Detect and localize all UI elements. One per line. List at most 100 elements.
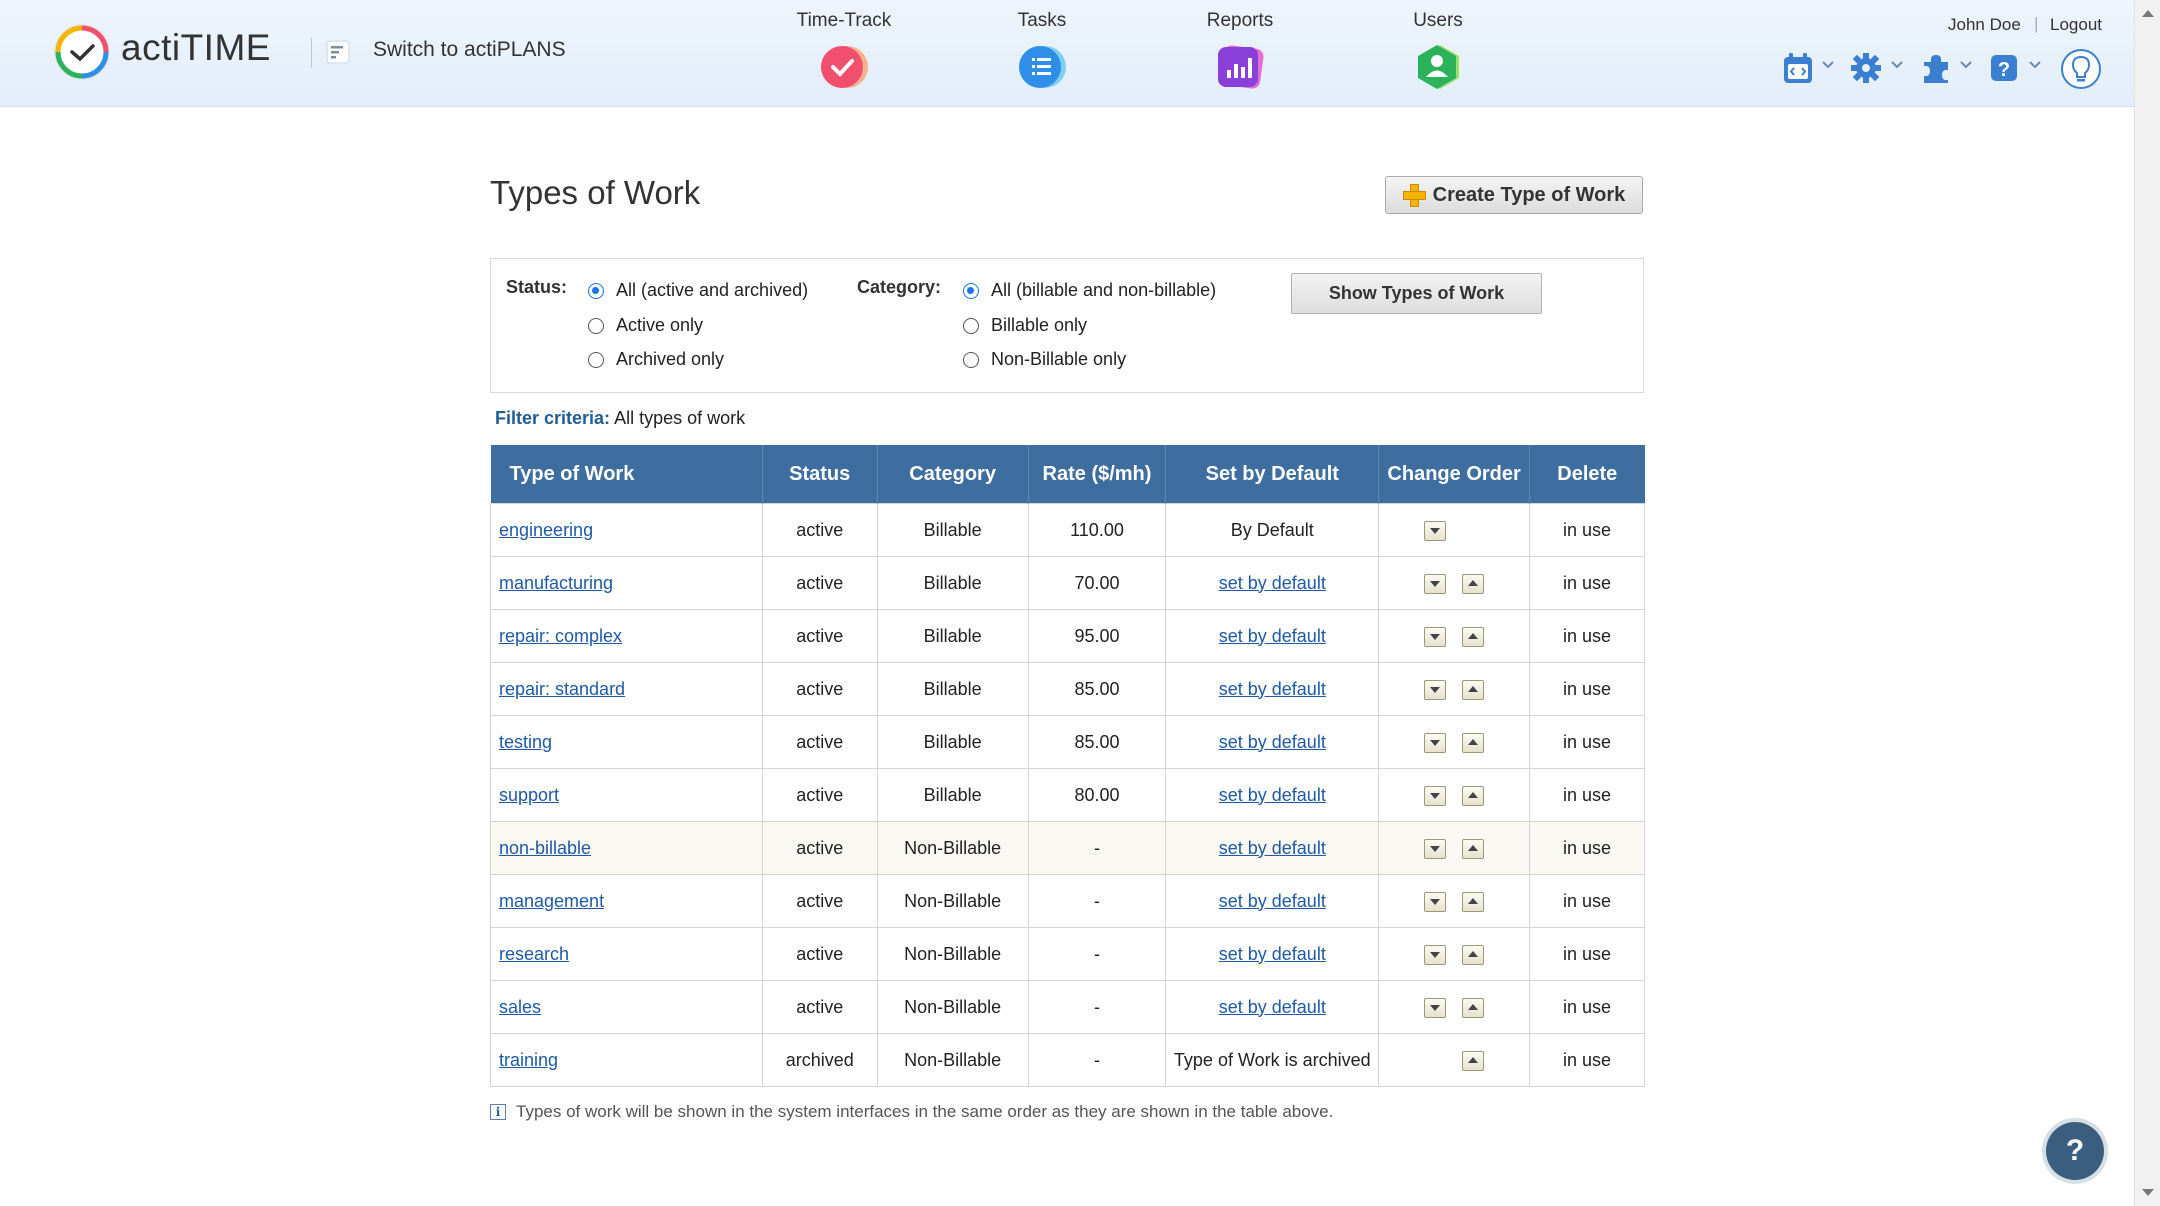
type-of-work-link[interactable]: sales <box>499 997 541 1017</box>
type-of-work-link[interactable]: training <box>499 1050 558 1070</box>
category-option-all-label: All (billable and non-billable) <box>991 280 1217 300</box>
move-up-icon[interactable] <box>1462 732 1485 753</box>
move-up-icon[interactable] <box>1462 679 1485 700</box>
set-by-default-cell: set by default <box>1165 874 1380 928</box>
logout-link[interactable]: Logout <box>2050 15 2102 35</box>
rate-cell: - <box>1027 874 1167 928</box>
radio-icon[interactable] <box>963 317 979 334</box>
status-option-archived[interactable]: Archived only <box>588 349 724 370</box>
scroll-down-icon[interactable] <box>2142 1189 2154 1196</box>
create-type-of-work-button[interactable]: Create Type of Work <box>1385 176 1643 214</box>
radio-icon[interactable] <box>963 351 979 368</box>
set-by-default-link[interactable]: set by default <box>1219 944 1326 964</box>
column-header-set-by-default: Set by Default <box>1165 445 1380 504</box>
move-down-icon[interactable] <box>1424 838 1447 859</box>
type-of-work-link[interactable]: manufacturing <box>499 573 613 593</box>
move-up-icon[interactable] <box>1462 997 1485 1018</box>
radio-selected-icon[interactable] <box>588 282 604 299</box>
move-down-icon[interactable] <box>1424 785 1447 806</box>
actiplans-icon[interactable] <box>326 40 350 64</box>
logo-text[interactable]: actiTIME <box>121 27 271 69</box>
status-option-archived-label: Archived only <box>616 349 725 369</box>
nav-reports[interactable]: Reports <box>1170 10 1310 92</box>
move-down-icon[interactable] <box>1424 573 1447 594</box>
move-down-icon[interactable] <box>1424 626 1447 647</box>
status-option-all[interactable]: All (active and archived) <box>588 280 808 301</box>
chevron-down-icon[interactable] <box>1890 60 1904 70</box>
move-down-icon[interactable] <box>1424 520 1447 541</box>
type-of-work-link[interactable]: support <box>499 785 559 805</box>
type-of-work-link[interactable]: engineering <box>499 520 593 540</box>
type-of-work-link[interactable]: management <box>499 891 604 911</box>
show-types-of-work-button[interactable]: Show Types of Work <box>1291 273 1542 314</box>
type-of-work-link[interactable]: repair: complex <box>499 626 622 646</box>
set-by-default-link[interactable]: set by default <box>1219 626 1326 646</box>
nav-time-track[interactable]: Time-Track <box>774 10 914 92</box>
nav-tasks[interactable]: Tasks <box>972 10 1112 92</box>
lightbulb-icon[interactable] <box>2060 48 2102 90</box>
delete-cell: in use <box>1529 503 1645 557</box>
radio-icon[interactable] <box>588 317 604 334</box>
set-by-default-link[interactable]: set by default <box>1219 679 1326 699</box>
column-header-type-of-work[interactable]: Type of Work <box>490 445 763 504</box>
type-of-work-link[interactable]: non-billable <box>499 838 591 858</box>
chevron-down-icon[interactable] <box>2028 60 2042 70</box>
delete-cell: in use <box>1529 874 1645 928</box>
move-down-icon[interactable] <box>1424 891 1447 912</box>
set-by-default-link[interactable]: set by default <box>1219 891 1326 911</box>
type-of-work-link[interactable]: research <box>499 944 569 964</box>
type-of-work-link[interactable]: testing <box>499 732 552 752</box>
move-up-icon[interactable] <box>1462 785 1485 806</box>
move-up-icon[interactable] <box>1462 1050 1485 1071</box>
move-up-icon[interactable] <box>1462 626 1485 647</box>
move-up-icon[interactable] <box>1462 891 1485 912</box>
nav-time-track-label: Time-Track <box>796 10 892 31</box>
move-down-icon[interactable] <box>1424 997 1447 1018</box>
category-option-billable[interactable]: Billable only <box>963 315 1087 336</box>
vertical-scrollbar[interactable] <box>2134 0 2160 1206</box>
status-cell: archived <box>761 1033 878 1087</box>
puzzle-icon[interactable] <box>1919 50 1953 86</box>
set-by-default-link[interactable]: set by default <box>1219 732 1326 752</box>
delete-cell: in use <box>1529 821 1645 875</box>
svg-text:?: ? <box>1998 59 2010 81</box>
type-of-work-cell: sales <box>490 980 763 1034</box>
set-by-default-cell: By Default <box>1165 503 1380 557</box>
set-by-default-link[interactable]: set by default <box>1219 997 1326 1017</box>
move-up-icon[interactable] <box>1462 944 1485 965</box>
help-chat-button[interactable]: ? <box>2046 1122 2104 1180</box>
category-option-non-billable[interactable]: Non-Billable only <box>963 349 1126 370</box>
move-down-icon[interactable] <box>1424 732 1447 753</box>
status-option-active[interactable]: Active only <box>588 315 703 336</box>
scroll-up-icon[interactable] <box>2142 10 2154 17</box>
rate-cell: - <box>1027 1033 1167 1087</box>
user-name[interactable]: John Doe <box>1948 15 2021 35</box>
type-of-work-link[interactable]: repair: standard <box>499 679 625 699</box>
help-icon[interactable]: ? <box>1988 50 2022 86</box>
switch-to-actiplans-link[interactable]: Switch to actiPLANS <box>373 38 566 62</box>
radio-icon[interactable] <box>588 351 604 368</box>
chevron-down-icon[interactable] <box>1821 60 1835 70</box>
actitime-logo-icon[interactable] <box>52 22 112 82</box>
set-by-default-cell: set by default <box>1165 715 1380 769</box>
delete-cell: in use <box>1529 609 1645 663</box>
gear-icon[interactable] <box>1849 50 1883 86</box>
type-of-work-cell: management <box>490 874 763 928</box>
rate-cell: - <box>1027 980 1167 1034</box>
calendar-icon[interactable] <box>1781 50 1815 86</box>
set-by-default-link[interactable]: set by default <box>1219 573 1326 593</box>
category-option-all[interactable]: All (billable and non-billable) <box>963 280 1216 301</box>
chevron-down-icon[interactable] <box>1959 60 1973 70</box>
move-down-icon[interactable] <box>1424 944 1447 965</box>
type-of-work-cell: support <box>490 768 763 822</box>
move-up-icon[interactable] <box>1462 573 1485 594</box>
set-by-default-link[interactable]: set by default <box>1219 838 1326 858</box>
category-cell: Non-Billable <box>876 980 1029 1034</box>
nav-reports-label: Reports <box>1206 10 1274 31</box>
radio-selected-icon[interactable] <box>963 282 979 299</box>
set-by-default-cell: set by default <box>1165 556 1380 610</box>
nav-users[interactable]: Users <box>1368 10 1508 92</box>
set-by-default-link[interactable]: set by default <box>1219 785 1326 805</box>
move-up-icon[interactable] <box>1462 838 1485 859</box>
move-down-icon[interactable] <box>1424 679 1447 700</box>
